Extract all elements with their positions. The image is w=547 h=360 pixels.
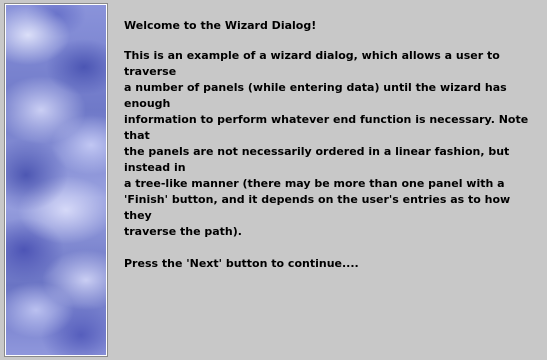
wizard-description: This is an example of a wizard dialog, w… [124,49,529,238]
wizard-next-prompt: Press the 'Next' button to continue.... [124,257,359,270]
wizard-content-panel: Welcome to the Wizard Dialog! This is an… [124,18,534,272]
wizard-side-image [4,3,108,357]
wizard-title: Welcome to the Wizard Dialog! [124,19,317,32]
